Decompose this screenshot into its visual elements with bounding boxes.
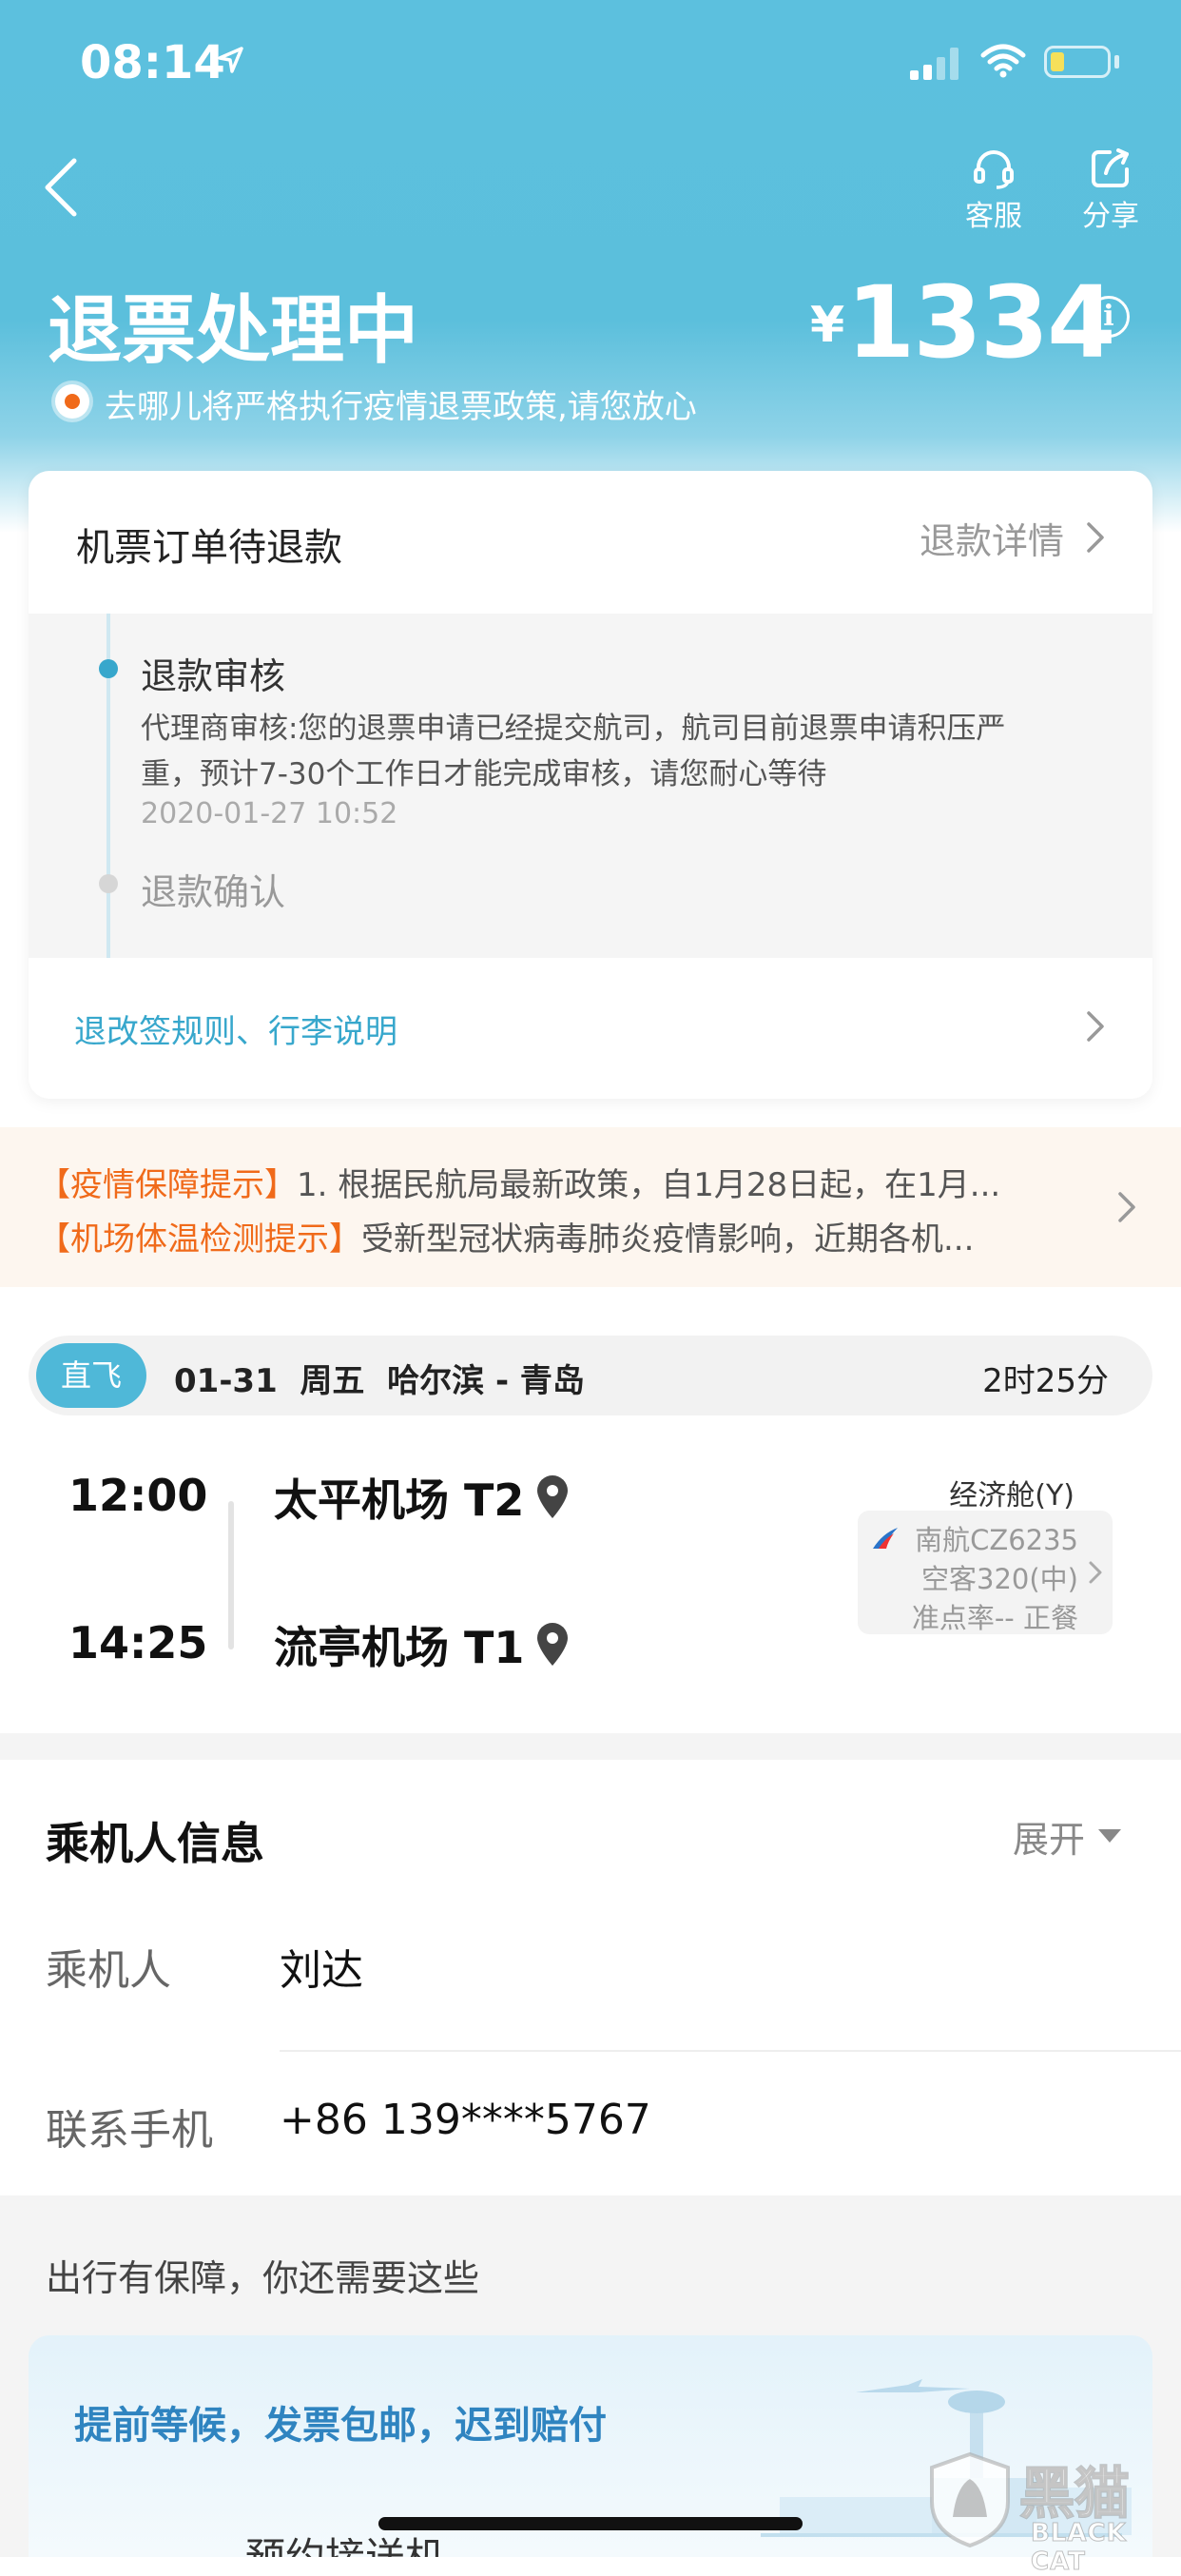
chevron-right-icon bbox=[1118, 1192, 1135, 1222]
price-currency: ¥ bbox=[810, 297, 845, 354]
expand-passenger-button[interactable]: 展开 bbox=[1013, 1809, 1123, 1863]
share-button[interactable]: 分享 bbox=[1073, 143, 1149, 233]
service-banner-text: 提前等候，发票包邮，迟到赔付 bbox=[74, 2404, 607, 2448]
notice-text: 1. 根据民航局最新政策，自1月28日起，在1月... bbox=[297, 1166, 1001, 1204]
passenger-name: 刘达 bbox=[280, 1946, 363, 1995]
flight-weekday: 周五 bbox=[300, 1362, 365, 1400]
notice-line-1: 【疫情保障提示】1. 根据民航局最新政策，自1月28日起，在1月... bbox=[38, 1159, 1000, 1205]
flight-info-box[interactable]: 南航CZ6235 空客320(中) 准点率-- 正餐 bbox=[858, 1511, 1113, 1634]
notice-line-2: 【机场体温检测提示】受新型冠状病毒肺炎疫情影响，近期各机... bbox=[38, 1213, 974, 1259]
share-icon bbox=[1092, 148, 1129, 187]
arrive-airport-row[interactable]: 流亭机场 T1 bbox=[274, 1617, 571, 1673]
watermark-brand-cn: 黑猫 bbox=[1018, 2460, 1131, 2527]
price-info-icon[interactable]: i bbox=[1088, 296, 1130, 338]
expand-label: 展开 bbox=[1013, 1818, 1086, 1861]
flight-date-route: 01-31 周五 哈尔滨 - 青岛 bbox=[174, 1355, 585, 1401]
page-title: 退票处理中 bbox=[48, 288, 419, 374]
policy-notice: 去哪儿将严格执行疫情退票政策,请您放心 bbox=[105, 388, 697, 426]
black-cat-watermark: 黑猫 BLACK CAT bbox=[924, 2445, 1181, 2576]
depart-airport: 太平机场 T2 bbox=[274, 1474, 525, 1526]
step-timestamp: 2020-01-27 10:52 bbox=[141, 797, 398, 830]
black-cat-logo-icon bbox=[930, 2451, 1010, 2548]
location-arrow-icon bbox=[218, 47, 243, 73]
flight-route: 哈尔滨 - 青岛 bbox=[387, 1362, 585, 1400]
watermark-brand-en: BLACK CAT bbox=[1031, 2519, 1127, 2576]
punctuality-meal: 准点率-- 正餐 bbox=[911, 1602, 1078, 1634]
passenger-section-title: 乘机人信息 bbox=[46, 1818, 264, 1869]
chevron-right-icon bbox=[1087, 1011, 1104, 1042]
triangle-down-icon bbox=[1098, 1829, 1122, 1843]
timeline-dot-pending bbox=[99, 874, 118, 893]
depart-airport-row[interactable]: 太平机场 T2 bbox=[274, 1470, 571, 1526]
customer-service-button[interactable]: 客服 bbox=[956, 143, 1032, 233]
contact-phone-label: 联系手机 bbox=[46, 2106, 213, 2155]
chevron-right-icon bbox=[1087, 522, 1104, 553]
contact-phone: +86 139****5767 bbox=[280, 2096, 651, 2144]
rules-link-label: 退改签规则、行李说明 bbox=[74, 1013, 397, 1051]
step-description-line1: 代理商审核:您的退票申请已经提交航司，航司目前退票申请积压严 bbox=[141, 712, 1006, 746]
arrive-airport: 流亭机场 T1 bbox=[274, 1622, 525, 1673]
wifi-icon bbox=[980, 44, 1026, 78]
flight-duration: 2时25分 bbox=[982, 1362, 1109, 1400]
home-indicator[interactable] bbox=[378, 2517, 803, 2530]
section-divider bbox=[0, 1733, 1181, 1760]
flight-duration-line bbox=[228, 1501, 234, 1649]
step-title: 退款审核 bbox=[141, 655, 286, 697]
refund-price: 1334 bbox=[846, 264, 1115, 381]
refund-timeline: 退款审核 代理商审核:您的退票申请已经提交航司，航司目前退票申请积压严 重，预计… bbox=[29, 614, 1152, 958]
passenger-name-label: 乘机人 bbox=[46, 1946, 171, 1995]
timeline-dot-active bbox=[99, 659, 118, 678]
back-arrow-icon[interactable] bbox=[42, 157, 80, 218]
notice-tag: 【机场体温检测提示】 bbox=[38, 1220, 361, 1259]
refund-detail-label: 退款详情 bbox=[919, 519, 1064, 562]
airline-logo-icon bbox=[873, 1528, 898, 1549]
share-label: 分享 bbox=[1082, 200, 1139, 233]
map-pin-icon bbox=[537, 1475, 569, 1518]
airline-flight-number: 南航CZ6235 bbox=[915, 1524, 1078, 1556]
notice-dot-icon bbox=[55, 384, 89, 419]
status-time: 08:14 bbox=[80, 36, 225, 89]
flight-date: 01-31 bbox=[174, 1362, 278, 1400]
extras-section-title: 出行有保障，你还需要这些 bbox=[46, 2257, 480, 2299]
row-divider bbox=[280, 2050, 1181, 2052]
headset-icon bbox=[974, 150, 1014, 189]
direct-flight-badge: 直飞 bbox=[36, 1343, 146, 1408]
refund-status-card: 机票订单待退款 退款详情 退款审核 代理商审核:您的退票申请已经提交航司，航司目… bbox=[29, 471, 1152, 1099]
flight-summary-bar: 直飞 01-31 周五 哈尔滨 - 青岛 2时25分 bbox=[29, 1336, 1152, 1415]
signal-icon bbox=[910, 48, 958, 80]
arrive-time: 14:25 bbox=[68, 1617, 208, 1669]
step-description-line2: 重，预计7-30个工作日才能完成审核，请您耐心等待 bbox=[141, 757, 827, 791]
depart-time: 12:00 bbox=[68, 1470, 208, 1521]
notice-tag: 【疫情保障提示】 bbox=[38, 1166, 297, 1204]
epidemic-notice-banner[interactable]: 【疫情保障提示】1. 根据民航局最新政策，自1月28日起，在1月... 【机场体… bbox=[0, 1127, 1181, 1287]
customer-service-label: 客服 bbox=[965, 200, 1022, 233]
refund-detail-link[interactable]: 退款详情 bbox=[920, 509, 1110, 566]
cabin-class: 经济舱(Y) bbox=[949, 1479, 1075, 1512]
rules-link-row[interactable]: 退改签规则、行李说明 bbox=[29, 958, 1152, 1099]
notice-text: 受新型冠状病毒肺炎疫情影响，近期各机... bbox=[361, 1220, 975, 1259]
map-pin-icon bbox=[537, 1623, 569, 1666]
step-title-pending: 退款确认 bbox=[141, 871, 286, 913]
aircraft-type: 空客320(中) bbox=[921, 1563, 1078, 1595]
battery-icon bbox=[1044, 46, 1111, 78]
chevron-right-icon bbox=[1089, 1561, 1102, 1584]
battery-tip bbox=[1114, 55, 1119, 68]
refund-card-title: 机票订单待退款 bbox=[76, 526, 342, 570]
